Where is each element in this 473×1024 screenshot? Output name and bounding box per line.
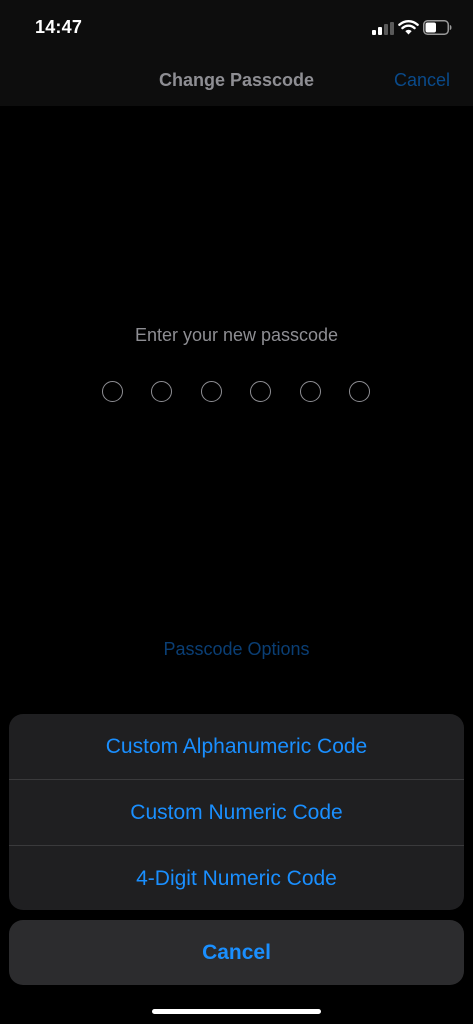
passcode-prompt: Enter your new passcode xyxy=(134,325,339,345)
navigation-bar: Change Passcode Cancel xyxy=(0,56,473,106)
nav-cancel-button[interactable]: Cancel xyxy=(394,70,450,91)
battery-icon xyxy=(423,20,452,35)
action-sheet-cancel-button[interactable]: Cancel xyxy=(9,920,464,985)
four-digit-numeric-code-option[interactable]: 4-Digit Numeric Code xyxy=(9,846,464,910)
change-passcode-screen: 14:47 Change Passcode Cancel Enter your … xyxy=(0,0,473,1024)
passcode-dot xyxy=(151,381,173,402)
status-time: 14:47 xyxy=(35,17,83,37)
home-indicator[interactable] xyxy=(152,1009,321,1014)
status-bar: 14:47 xyxy=(0,0,473,56)
passcode-dots xyxy=(102,381,372,403)
passcode-dot xyxy=(250,381,272,402)
cellular-signal-icon xyxy=(372,22,394,35)
passcode-dot xyxy=(102,381,123,402)
custom-alphanumeric-code-option[interactable]: Custom Alphanumeric Code xyxy=(9,714,464,779)
custom-numeric-code-option[interactable]: Custom Numeric Code xyxy=(9,780,464,845)
passcode-options-button[interactable]: Passcode Options xyxy=(0,639,473,660)
passcode-dot xyxy=(349,381,370,402)
passcode-dot xyxy=(200,381,222,402)
wifi-icon xyxy=(398,20,419,35)
passcode-dot xyxy=(299,381,321,402)
action-sheet: Custom Alphanumeric Code Custom Numeric … xyxy=(9,714,464,910)
